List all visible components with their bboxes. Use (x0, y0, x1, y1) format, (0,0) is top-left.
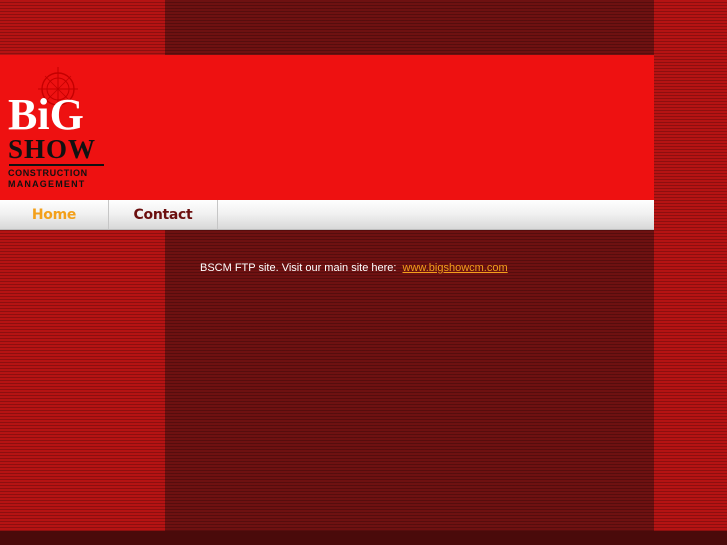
right-column-background (654, 0, 727, 545)
logo-divider (9, 164, 104, 166)
footer-bar (0, 531, 727, 545)
logo-word-big: BiG (8, 90, 84, 139)
nav-contact[interactable]: Contact (109, 200, 218, 229)
logo-subtitle-construction: CONSTRUCTION (8, 168, 88, 178)
ftp-notice: BSCM FTP site. Visit our main site here:… (200, 262, 508, 274)
logo-subtitle-management: MANAGEMENT (8, 179, 86, 189)
header-banner: BiG SHOW CONSTRUCTION MANAGEMENT (0, 55, 654, 200)
main-site-link[interactable]: www.bigshowcm.com (403, 262, 508, 274)
logo-word-show: SHOW (8, 134, 97, 164)
nav-home[interactable]: Home (0, 200, 109, 229)
company-logo[interactable]: BiG SHOW CONSTRUCTION MANAGEMENT (8, 65, 108, 193)
main-navigation: Home Contact (0, 200, 654, 230)
intro-text: BSCM FTP site. Visit our main site here: (200, 262, 397, 274)
